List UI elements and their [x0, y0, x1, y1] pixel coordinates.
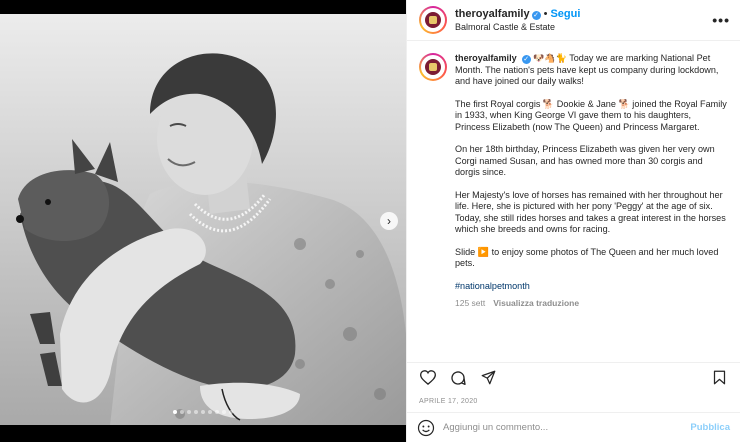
caption-avatar[interactable]: [419, 53, 447, 81]
post-side-panel: theroyalfamily ✓ • Segui Balmoral Castle & …: [406, 0, 740, 442]
translate-button[interactable]: Visualizza traduzione: [493, 298, 579, 308]
caption-paragraph-2: The first Royal corgis 🐕 Dookie & Jane 🐕…: [455, 98, 727, 132]
carousel-dot: [201, 410, 205, 414]
author-username[interactable]: theroyalfamily: [455, 8, 530, 20]
royal-crest-icon: [425, 59, 441, 75]
caption-username[interactable]: theroyalfamily: [455, 53, 517, 63]
caption: theroyalfamily ✓ 🐶🐴🐈 Today we are marking…: [455, 53, 728, 362]
bookmark-icon: [713, 370, 725, 385]
carousel-dot: [222, 410, 226, 414]
caption-paragraph-4: Her Majesty's love of horses has remaine…: [455, 189, 726, 235]
follow-button[interactable]: Segui: [550, 8, 580, 20]
carousel-dot: [229, 410, 233, 414]
heart-icon: [420, 370, 436, 385]
comment-button[interactable]: [447, 367, 469, 389]
caption-meta: 125 sett Visualizza traduzione: [455, 298, 728, 310]
chevron-right-icon: ›: [387, 214, 391, 228]
share-icon: [481, 370, 495, 385]
avatar[interactable]: [419, 6, 447, 34]
verified-badge-icon: ✓: [531, 10, 541, 20]
caption-paragraph-5: Slide ▶️ to enjoy some photos of The Que…: [455, 246, 719, 269]
comment-bar: Pubblica: [407, 412, 740, 442]
post-photo[interactable]: [0, 14, 406, 425]
post-date[interactable]: APRILE 17, 2020: [407, 392, 740, 412]
publish-button[interactable]: Pubblica: [690, 422, 730, 433]
share-button[interactable]: [477, 367, 499, 389]
photo-illustration: [0, 14, 406, 425]
carousel-dot: [208, 410, 212, 414]
verified-badge-icon: ✓: [521, 55, 531, 64]
carousel-dot: [180, 410, 184, 414]
carousel-indicator: [0, 410, 406, 414]
like-button[interactable]: [417, 367, 439, 389]
caption-area: theroyalfamily ✓ 🐶🐴🐈 Today we are marking…: [407, 41, 740, 362]
comment-icon: [451, 370, 466, 385]
location-link[interactable]: Balmoral Castle & Estate: [455, 22, 712, 33]
more-options-icon[interactable]: •••: [712, 12, 730, 28]
post-header: theroyalfamily ✓ • Segui Balmoral Castle & …: [407, 0, 740, 41]
caption-emojis: 🐶🐴🐈: [533, 53, 567, 63]
carousel-dot: [194, 410, 198, 414]
comment-input[interactable]: [443, 422, 691, 433]
time-ago[interactable]: 125 sett: [455, 298, 485, 308]
carousel-dot: [187, 410, 191, 414]
action-bar: [407, 362, 740, 392]
instagram-post: › theroyalfamily ✓ • Segui Balmoral Castle …: [0, 0, 740, 442]
separator: •: [543, 7, 548, 20]
caption-paragraph-1: theroyalfamily ✓ 🐶🐴🐈 Today we are marking…: [455, 53, 728, 88]
post-media: ›: [0, 0, 406, 442]
save-button[interactable]: [708, 367, 730, 389]
royal-crest-icon: [425, 12, 441, 28]
carousel-dot: [173, 410, 177, 414]
smile-icon[interactable]: [417, 419, 435, 437]
carousel-dot: [215, 410, 219, 414]
caption-paragraph-3: On her 18th birthday, Princess Elizabeth…: [455, 144, 715, 177]
next-photo-button[interactable]: ›: [380, 212, 398, 230]
hashtag-link[interactable]: #nationalpetmonth: [455, 281, 530, 291]
